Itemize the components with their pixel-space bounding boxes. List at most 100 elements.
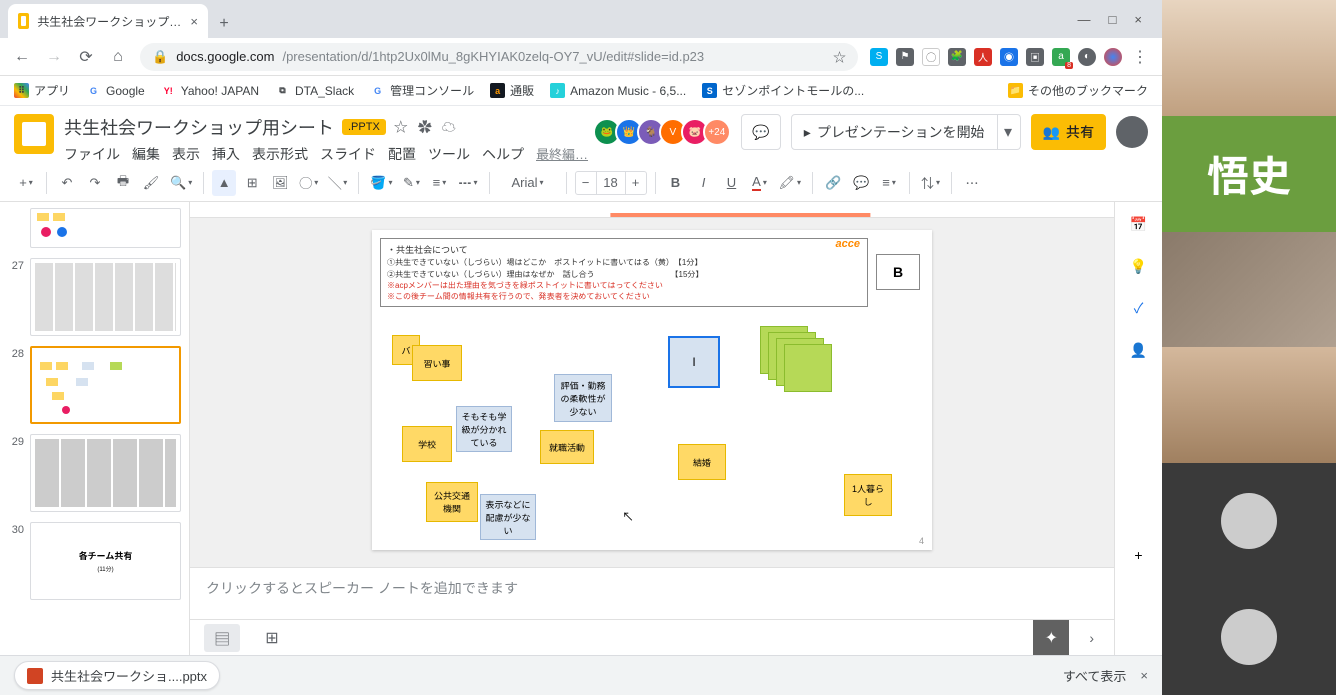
record-ext-icon[interactable]: ◯ bbox=[922, 48, 940, 66]
bm-yahoo[interactable]: Y!Yahoo! JAPAN bbox=[161, 83, 259, 98]
insert-comment-button[interactable]: 💬 bbox=[849, 170, 873, 196]
font-select[interactable]: Arial bbox=[498, 170, 558, 196]
line-button[interactable]: ╲ bbox=[325, 170, 350, 196]
font-size-decrease[interactable]: − bbox=[576, 170, 596, 196]
paint-format-button[interactable]: 🖌 bbox=[139, 170, 163, 196]
filmstrip-view-button[interactable]: ▤ bbox=[204, 624, 240, 652]
bm-amazon[interactable]: a通販 bbox=[490, 82, 534, 99]
note-shushoku[interactable]: 就職活動 bbox=[540, 430, 594, 464]
canvas[interactable]: ・共生社会について ①共生できていない（しづらい）場はどこか ポストイットに書い… bbox=[190, 218, 1114, 567]
doc-title[interactable]: 共生社会ワークショップ用シート bbox=[64, 114, 334, 140]
menu-tools[interactable]: ツール bbox=[428, 144, 470, 164]
undo-button[interactable]: ↶ bbox=[55, 170, 79, 196]
nav-home-icon[interactable]: ⌂ bbox=[108, 48, 128, 66]
menu-slide[interactable]: スライド bbox=[320, 144, 376, 164]
url-input[interactable]: 🔒 docs.google.com/presentation/d/1htp2Ux… bbox=[140, 43, 858, 71]
present-dropdown-button[interactable]: ▾ bbox=[997, 114, 1021, 150]
more-tools-button[interactable]: ⋯ bbox=[960, 170, 984, 196]
video-tile-name[interactable]: 悟史 bbox=[1162, 116, 1336, 232]
note-green-4[interactable] bbox=[784, 344, 832, 392]
nav-forward-icon[interactable]: → bbox=[44, 48, 64, 66]
bm-other[interactable]: 📁その他のブックマーク bbox=[1008, 82, 1148, 99]
share-button[interactable]: 👥 共有 bbox=[1031, 114, 1106, 150]
keep-icon[interactable]: 💡 bbox=[1129, 256, 1149, 276]
download-item[interactable]: 共生社会ワークショ....pptx bbox=[14, 661, 220, 690]
slide-thumb-27[interactable] bbox=[30, 258, 181, 336]
nav-reload-icon[interactable]: ⟳ bbox=[76, 47, 96, 67]
slide[interactable]: ・共生社会について ①共生できていない（しづらい）場はどこか ポストイットに書い… bbox=[372, 230, 932, 550]
bm-admin[interactable]: G管理コンソール bbox=[370, 82, 474, 99]
star-icon[interactable]: ☆ bbox=[394, 117, 408, 137]
bm-slack[interactable]: ⧉DTA_Slack bbox=[275, 83, 354, 98]
slide-textbox[interactable]: ・共生社会について ①共生できていない（しづらい）場はどこか ポストイットに書い… bbox=[380, 238, 868, 307]
note-hyoji[interactable]: 表示などに配慮が少ない bbox=[480, 494, 536, 540]
slide-thumb-29[interactable] bbox=[30, 434, 181, 512]
close-downloads-bar[interactable]: × bbox=[1140, 668, 1148, 683]
font-size-value[interactable]: 18 bbox=[596, 172, 626, 194]
note-gakko[interactable]: 学校 bbox=[402, 426, 452, 462]
new-tab-button[interactable]: + bbox=[210, 10, 238, 38]
redo-button[interactable]: ↷ bbox=[83, 170, 107, 196]
grey-ext-icon[interactable]: ▣ bbox=[1026, 48, 1044, 66]
fill-color-button[interactable]: 🪣 bbox=[367, 170, 395, 196]
shape-button[interactable]: ◯ bbox=[296, 170, 321, 196]
group-label[interactable]: B bbox=[876, 254, 920, 290]
text-color-button[interactable]: A bbox=[748, 170, 772, 196]
video-tile-3[interactable] bbox=[1162, 232, 1336, 348]
blue-ext-icon[interactable]: ◉ bbox=[1000, 48, 1018, 66]
zoom-button[interactable]: 🔍 bbox=[167, 170, 195, 196]
present-button[interactable]: ▸ プレゼンテーションを開始 bbox=[791, 114, 998, 150]
pdf-ext-icon[interactable]: 人 bbox=[974, 48, 992, 66]
explore-button[interactable]: ✦ bbox=[1033, 620, 1069, 656]
video-tile-4[interactable] bbox=[1162, 347, 1336, 463]
note-hitori[interactable]: 1人暮らし bbox=[844, 474, 892, 516]
video-tile-6[interactable] bbox=[1162, 579, 1336, 695]
comment-history-button[interactable]: 💬 bbox=[741, 114, 781, 150]
window-close-icon[interactable]: × bbox=[1134, 12, 1142, 27]
window-minimize-icon[interactable]: — bbox=[1078, 12, 1091, 27]
video-tile-5[interactable] bbox=[1162, 463, 1336, 579]
browser-tab[interactable]: 共生社会ワークショップ用シート.pptx × bbox=[8, 4, 208, 38]
green-ext-icon[interactable]: a8 bbox=[1052, 48, 1070, 66]
menu-edit[interactable]: 編集 bbox=[132, 144, 160, 164]
note-hyoka[interactable]: 評価・勤務の柔軟性が少ない bbox=[554, 374, 612, 422]
menu-help[interactable]: ヘルプ bbox=[482, 144, 524, 164]
puzzle-ext-icon[interactable]: 🧩 bbox=[948, 48, 966, 66]
menu-insert[interactable]: 挿入 bbox=[212, 144, 240, 164]
new-slide-button[interactable]: + bbox=[14, 170, 38, 196]
font-size-increase[interactable]: + bbox=[626, 170, 646, 196]
menu-file[interactable]: ファイル bbox=[64, 144, 120, 164]
note-i-selected[interactable]: I bbox=[668, 336, 720, 388]
border-weight-button[interactable]: ≡ bbox=[427, 170, 451, 196]
show-all-downloads[interactable]: すべて表示 bbox=[1063, 666, 1127, 685]
cloud-icon[interactable]: ☁ bbox=[442, 117, 456, 137]
bm-sezon[interactable]: Sセゾンポイントモールの... bbox=[702, 82, 864, 99]
close-tab-icon[interactable]: × bbox=[190, 14, 198, 29]
flag-ext-icon[interactable]: ⚑ bbox=[896, 48, 914, 66]
slide-filmstrip[interactable]: 27 28 29 30各チーム共有(11分) bbox=[0, 202, 190, 655]
star-bookmark-icon[interactable]: ☆ bbox=[833, 47, 846, 66]
italic-button[interactable]: I bbox=[692, 170, 716, 196]
menu-arrange[interactable]: 配置 bbox=[388, 144, 416, 164]
browser-menu-icon[interactable]: ⋮ bbox=[1130, 47, 1150, 67]
slides-logo-icon[interactable] bbox=[14, 114, 54, 154]
window-maximize-icon[interactable]: □ bbox=[1109, 12, 1117, 27]
menu-view[interactable]: 表示 bbox=[172, 144, 200, 164]
nav-back-icon[interactable]: ← bbox=[12, 48, 32, 66]
bm-google[interactable]: GGoogle bbox=[86, 83, 145, 98]
note-kekkon[interactable]: 結婚 bbox=[678, 444, 726, 480]
note-naraigoto[interactable]: 習い事 bbox=[412, 345, 462, 381]
image-button[interactable]: 🖼 bbox=[268, 170, 292, 196]
menu-format[interactable]: 表示形式 bbox=[252, 144, 308, 164]
print-button[interactable]: 🖶 bbox=[111, 170, 135, 196]
hide-panel-button[interactable]: › bbox=[1083, 630, 1100, 646]
slide-thumb[interactable] bbox=[30, 208, 181, 248]
highlight-button[interactable]: 🖍 bbox=[776, 170, 805, 196]
bm-apps[interactable]: ⠿アプリ bbox=[14, 82, 70, 99]
video-tile-1[interactable] bbox=[1162, 0, 1336, 116]
horizontal-ruler[interactable] bbox=[190, 202, 1114, 218]
last-edit-link[interactable]: 最終編… bbox=[536, 144, 588, 164]
border-color-button[interactable]: ✎ bbox=[399, 170, 423, 196]
slide-thumb-30[interactable]: 各チーム共有(11分) bbox=[30, 522, 181, 600]
dark-ext-icon[interactable]: ◐ bbox=[1078, 48, 1096, 66]
